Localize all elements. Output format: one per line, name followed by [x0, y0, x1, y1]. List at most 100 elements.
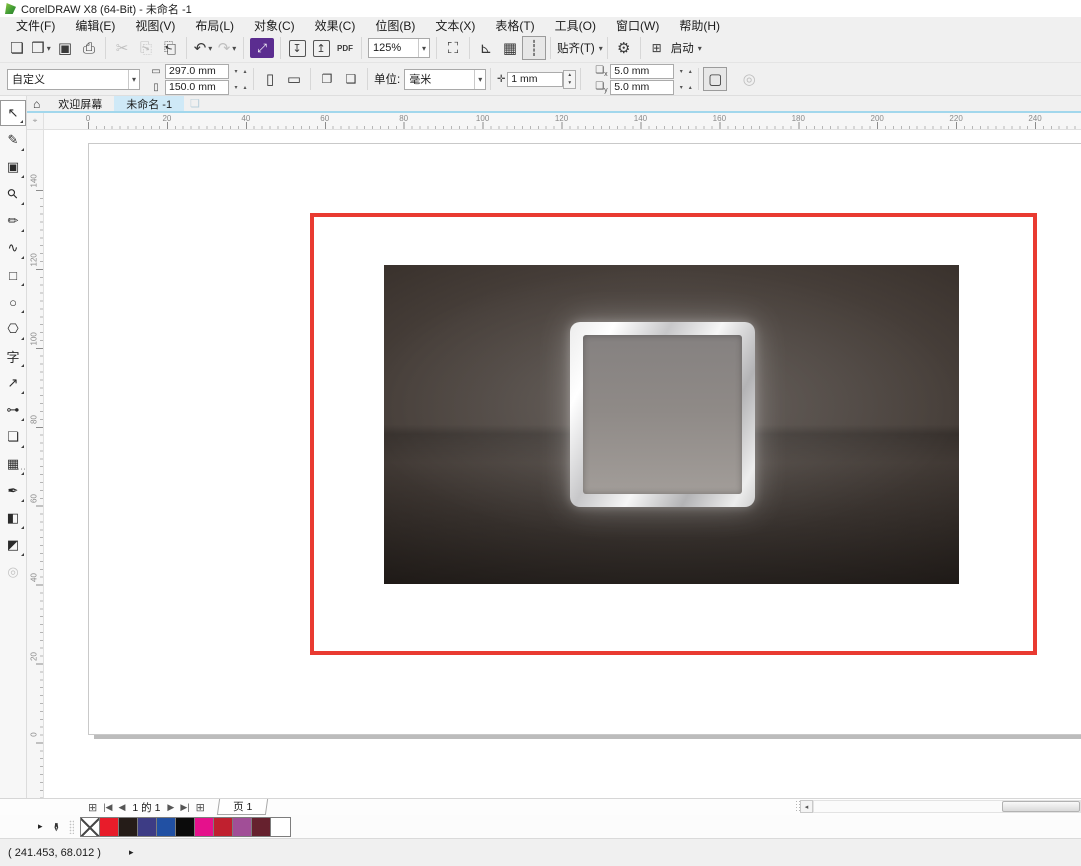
units-select[interactable]: 毫米 ▾: [404, 69, 486, 90]
new-document-tab-icon[interactable]: ❏: [190, 97, 200, 110]
connector-tool[interactable]: ⊶: [0, 397, 26, 423]
treat-as-filled-button[interactable]: ▢: [703, 67, 727, 91]
color-swatch-6[interactable]: [214, 818, 233, 836]
dark-backdrop-image-object[interactable]: [384, 265, 959, 584]
palette-eyedropper-icon[interactable]: ✒: [49, 821, 63, 831]
tab-welcome-screen[interactable]: 欢迎屏幕: [46, 96, 114, 111]
page-width-spinner[interactable]: ▾▴: [232, 65, 249, 77]
drawing-canvas[interactable]: [44, 130, 1081, 798]
no-color-swatch[interactable]: [81, 818, 100, 836]
status-expander-arrow[interactable]: ▸: [129, 847, 134, 858]
menu-item-5[interactable]: 效果(C): [305, 17, 366, 34]
crop-tool[interactable]: ▣: [0, 154, 26, 180]
text-tool[interactable]: 字: [0, 343, 26, 369]
menu-item-11[interactable]: 帮助(H): [669, 17, 730, 34]
open-button[interactable]: ❒▾: [29, 36, 53, 60]
portrait-orientation-button[interactable]: ▯: [258, 67, 282, 91]
menu-item-1[interactable]: 编辑(E): [65, 17, 125, 34]
freehand-tool[interactable]: ✏: [0, 208, 26, 234]
show-guidelines-button[interactable]: ┊: [522, 36, 546, 60]
dimension-tool[interactable]: ↗: [0, 370, 26, 396]
color-swatch-8[interactable]: [252, 818, 271, 836]
ellipse-tool[interactable]: ○: [0, 289, 26, 315]
drop-shadow-tool[interactable]: ❏: [0, 424, 26, 450]
artistic-media-tool[interactable]: ∿: [0, 235, 26, 261]
rectangle-tool[interactable]: □: [0, 262, 26, 288]
page-height-spinner[interactable]: ▾▴: [232, 81, 249, 93]
page-tab[interactable]: 页 1: [217, 799, 269, 815]
zoom-level-combobox[interactable]: 125%▾: [368, 38, 430, 58]
duplicate-y-field[interactable]: 5.0 mm: [610, 80, 674, 95]
previous-page-button[interactable]: ◀: [115, 802, 128, 813]
interactive-fill-tool[interactable]: ◧: [0, 505, 26, 531]
duplicate-x-spinner[interactable]: ▾▴: [677, 65, 694, 77]
add-page-start-button[interactable]: ⊞: [85, 801, 100, 814]
pick-tool[interactable]: ↖: [0, 100, 26, 126]
launch-label[interactable]: 启动: [669, 40, 696, 56]
menu-item-0[interactable]: 文件(F): [6, 17, 65, 34]
apply-all-pages-button[interactable]: ❐: [315, 67, 339, 91]
menu-item-6[interactable]: 位图(B): [365, 17, 425, 34]
color-swatch-4[interactable]: [176, 818, 195, 836]
undo-button[interactable]: ↶▾: [191, 36, 215, 60]
fullscreen-preview-button[interactable]: ⛶: [441, 36, 465, 60]
menu-item-10[interactable]: 窗口(W): [606, 17, 669, 34]
menu-item-8[interactable]: 表格(T): [485, 17, 544, 34]
last-page-button[interactable]: ▶|: [177, 802, 192, 813]
color-swatch-1[interactable]: [119, 818, 138, 836]
show-grid-button[interactable]: ▦: [498, 36, 522, 60]
horizontal-ruler[interactable]: 020406080100120140160180200220240: [44, 113, 1081, 130]
color-swatch-3[interactable]: [157, 818, 176, 836]
new-document-button[interactable]: ❏: [5, 36, 29, 60]
ruler-origin-corner[interactable]: ⌖: [27, 113, 44, 130]
home-icon[interactable]: ⌂: [33, 97, 40, 111]
options-button[interactable]: ⚙: [612, 36, 636, 60]
duplicate-y-spinner[interactable]: ▾▴: [677, 81, 694, 93]
save-button[interactable]: ▣: [53, 36, 77, 60]
search-content-button[interactable]: ⤢: [250, 38, 274, 58]
publish-pdf-button[interactable]: PDF: [333, 36, 357, 60]
color-swatch-9[interactable]: [271, 818, 290, 836]
palette-flyout-arrow[interactable]: ▸: [38, 821, 43, 832]
launch-icon[interactable]: ⊞: [645, 36, 669, 60]
export-button[interactable]: ↥: [309, 36, 333, 60]
page-size-preset-select[interactable]: 自定义 ▾: [7, 69, 140, 90]
print-button[interactable]: ⎙: [77, 36, 101, 60]
menu-item-9[interactable]: 工具(O): [545, 17, 606, 34]
polygon-tool[interactable]: ⎔: [0, 316, 26, 342]
scroll-left-button[interactable]: ◂: [800, 800, 813, 813]
show-rulers-button[interactable]: ⊾: [474, 36, 498, 60]
nudge-spinner[interactable]: ▴▾: [563, 70, 576, 89]
paste-button[interactable]: ⎗: [158, 36, 182, 60]
menu-item-2[interactable]: 视图(V): [125, 17, 185, 34]
import-button[interactable]: ↧: [285, 36, 309, 60]
menu-item-3[interactable]: 布局(L): [185, 17, 244, 34]
silver-frame-object[interactable]: [570, 322, 755, 507]
tab-untitled-document[interactable]: 未命名 -1: [114, 96, 184, 111]
color-swatch-0[interactable]: [100, 818, 119, 836]
nudge-distance-field[interactable]: 1 mm: [507, 72, 563, 87]
first-page-button[interactable]: |◀: [100, 802, 115, 813]
snap-to-label[interactable]: 贴齐(T): [555, 40, 597, 56]
zoom-tool[interactable]: ⚲: [0, 181, 26, 207]
page-width-field[interactable]: 297.0 mm: [165, 64, 229, 79]
page-height-field[interactable]: 150.0 mm: [165, 80, 229, 95]
palette-grip-handle[interactable]: [69, 820, 74, 834]
vertical-ruler[interactable]: 140120100806040200: [27, 130, 44, 798]
toolbox-overflow-ellipsis[interactable]: ⋯: [17, 464, 27, 475]
scrollbar-thumb[interactable]: [1002, 801, 1080, 812]
landscape-orientation-button[interactable]: ▭: [282, 67, 306, 91]
apply-current-page-button[interactable]: ❑: [339, 67, 363, 91]
menu-item-4[interactable]: 对象(C): [244, 17, 305, 34]
add-page-end-button[interactable]: ⊞: [193, 801, 208, 814]
color-swatch-2[interactable]: [138, 818, 157, 836]
scrollbar-track[interactable]: [813, 800, 1081, 813]
smart-fill-tool[interactable]: ◩: [0, 532, 26, 558]
shape-tool[interactable]: ✎: [0, 127, 26, 153]
color-swatch-7[interactable]: [233, 818, 252, 836]
color-eyedropper-tool[interactable]: ✒: [0, 478, 26, 504]
duplicate-x-field[interactable]: 5.0 mm: [610, 64, 674, 79]
next-page-button[interactable]: ▶: [164, 802, 177, 813]
color-swatch-5[interactable]: [195, 818, 214, 836]
menu-item-7[interactable]: 文本(X): [425, 17, 485, 34]
